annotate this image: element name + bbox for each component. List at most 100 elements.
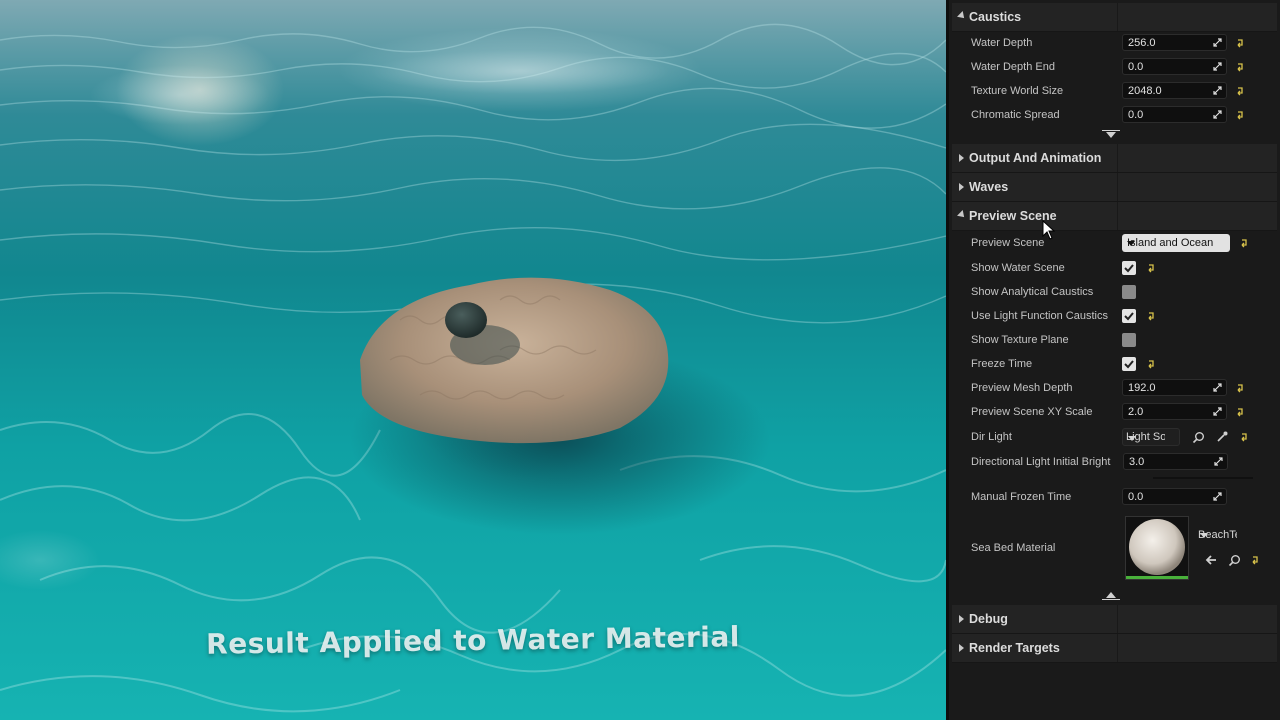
water-depth-field[interactable]: 256.0 (1122, 34, 1227, 51)
property-label: Show Texture Plane (971, 334, 1069, 346)
checkmark-icon (1124, 264, 1134, 273)
resize-handle-icon (1213, 38, 1222, 47)
row-show-water-scene: Show Water Scene (952, 256, 1277, 280)
reset-to-default-icon[interactable] (1235, 62, 1245, 72)
show-texture-plane-checkbox[interactable] (1122, 333, 1136, 347)
property-label: Show Analytical Caustics (971, 286, 1094, 298)
category-title: Debug (969, 612, 1008, 626)
property-label: Manual Frozen Time (971, 491, 1072, 503)
row-freeze-time: Freeze Time (952, 352, 1277, 376)
use-light-function-caustics-checkbox[interactable] (1122, 309, 1136, 323)
sea-bed-material-picker[interactable]: BeachTe (1195, 526, 1251, 544)
reset-to-default-icon[interactable] (1235, 38, 1245, 48)
water-depth-end-field[interactable]: 0.0 (1122, 58, 1227, 75)
resize-handle-icon (1213, 407, 1222, 416)
row-texture-world-size: Texture World Size 2048.0 (952, 79, 1277, 103)
row-manual-frozen-time: Manual Frozen Time 0.0 (952, 485, 1277, 509)
manual-frozen-time-field[interactable]: 0.0 (1122, 488, 1227, 505)
resize-handle-icon (1213, 492, 1222, 501)
category-title: Waves (969, 180, 1009, 194)
chevron-down-icon (1128, 436, 1136, 441)
show-water-scene-checkbox[interactable] (1122, 261, 1136, 275)
category-preview-scene[interactable]: Preview Scene (952, 202, 1277, 231)
row-sea-bed-material: Sea Bed Material BeachTe (952, 514, 1277, 584)
checkmark-icon (1124, 360, 1134, 369)
property-label: Texture World Size (971, 85, 1064, 97)
property-label: Water Depth (971, 37, 1033, 49)
property-label: Directional Light Initial Bright (971, 456, 1111, 468)
row-use-light-function-caustics: Use Light Function Caustics (952, 304, 1277, 328)
reset-to-default-icon[interactable] (1235, 383, 1245, 393)
preview-scene-dropdown[interactable]: Island and Ocean (1122, 234, 1230, 252)
collapse-arrow-icon (959, 615, 964, 623)
row-water-depth: Water Depth 256.0 (952, 31, 1277, 55)
directional-light-initial-bright-field[interactable]: 3.0 (1123, 453, 1228, 470)
reset-to-default-icon[interactable] (1239, 238, 1249, 248)
chevron-up-icon (1106, 592, 1116, 598)
reset-to-default-icon[interactable] (1146, 263, 1156, 273)
collapse-arrow-icon (959, 644, 964, 652)
expand-arrow-icon (957, 11, 967, 21)
resize-handle-icon (1213, 62, 1222, 71)
reset-to-default-icon[interactable] (1235, 86, 1245, 96)
eyedropper-icon[interactable] (1216, 430, 1229, 443)
chromatic-spread-field[interactable]: 0.0 (1122, 106, 1227, 123)
browse-search-icon[interactable] (1192, 431, 1205, 444)
row-chromatic-spread: Chromatic Spread 0.0 (952, 103, 1277, 127)
property-label: Preview Scene (971, 237, 1045, 249)
material-type-bar (1126, 576, 1188, 579)
property-label: Dir Light (971, 431, 1012, 443)
property-label: Sea Bed Material (971, 542, 1056, 554)
reset-to-default-icon[interactable] (1235, 110, 1245, 120)
reset-to-default-icon[interactable] (1146, 311, 1156, 321)
material-thumbnail[interactable] (1125, 516, 1189, 580)
category-title: Caustics (969, 10, 1022, 24)
scene-viewport[interactable]: Result Applied to Water Material (0, 0, 946, 720)
preview-mesh-depth-field[interactable]: 192.0 (1122, 379, 1227, 396)
row-show-texture-plane: Show Texture Plane (952, 328, 1277, 352)
chevron-down-icon (1200, 533, 1208, 538)
category-debug[interactable]: Debug (952, 605, 1277, 634)
collapse-arrow-icon (959, 183, 964, 191)
property-label: Show Water Scene (971, 262, 1065, 274)
show-advanced-toggle[interactable] (952, 128, 1277, 142)
resize-handle-icon (1213, 110, 1222, 119)
category-waves[interactable]: Waves (952, 173, 1277, 202)
chevron-down-icon (1106, 132, 1116, 138)
category-title: Output And Animation (969, 151, 1102, 165)
checkmark-icon (1124, 312, 1134, 321)
dir-light-picker[interactable]: Light Sou (1122, 428, 1180, 446)
material-sphere-preview (1129, 519, 1185, 575)
chevron-down-icon (1127, 241, 1135, 246)
category-title: Render Targets (969, 641, 1060, 655)
water-render (0, 23, 946, 713)
freeze-time-checkbox[interactable] (1122, 357, 1136, 371)
property-label: Preview Scene XY Scale (971, 406, 1093, 418)
property-label: Use Light Function Caustics (971, 310, 1108, 322)
reset-to-default-icon[interactable] (1146, 359, 1156, 369)
reset-to-default-icon[interactable] (1239, 432, 1249, 442)
category-render-targets[interactable]: Render Targets (952, 634, 1277, 663)
collapse-arrow-icon (959, 154, 964, 162)
hide-advanced-toggle[interactable] (952, 590, 1277, 604)
reset-to-default-icon[interactable] (1250, 555, 1260, 565)
resize-handle-icon (1213, 86, 1222, 95)
show-analytical-caustics-checkbox[interactable] (1122, 285, 1136, 299)
row-show-analytical-caustics: Show Analytical Caustics (952, 280, 1277, 304)
details-panel: Caustics Water Depth 256.0 Water Depth E… (946, 0, 1280, 720)
row-directional-light-initial-bright: Directional Light Initial Bright 3.0 (952, 450, 1277, 474)
property-label: Chromatic Spread (971, 109, 1060, 121)
use-selected-arrow-icon[interactable] (1205, 554, 1217, 566)
category-caustics[interactable]: Caustics (952, 3, 1277, 32)
resize-handle-icon (1214, 457, 1223, 466)
row-preview-scene: Preview Scene Island and Ocean (952, 231, 1277, 255)
reset-to-default-icon[interactable] (1235, 407, 1245, 417)
texture-world-size-field[interactable]: 2048.0 (1122, 82, 1227, 99)
splitter-line (1153, 477, 1253, 479)
browse-search-icon[interactable] (1228, 554, 1241, 567)
resize-handle-icon (1213, 383, 1222, 392)
category-output-and-animation[interactable]: Output And Animation (952, 144, 1277, 173)
preview-scene-xy-scale-field[interactable]: 2.0 (1122, 403, 1227, 420)
property-label: Preview Mesh Depth (971, 382, 1073, 394)
row-water-depth-end: Water Depth End 0.0 (952, 55, 1277, 79)
